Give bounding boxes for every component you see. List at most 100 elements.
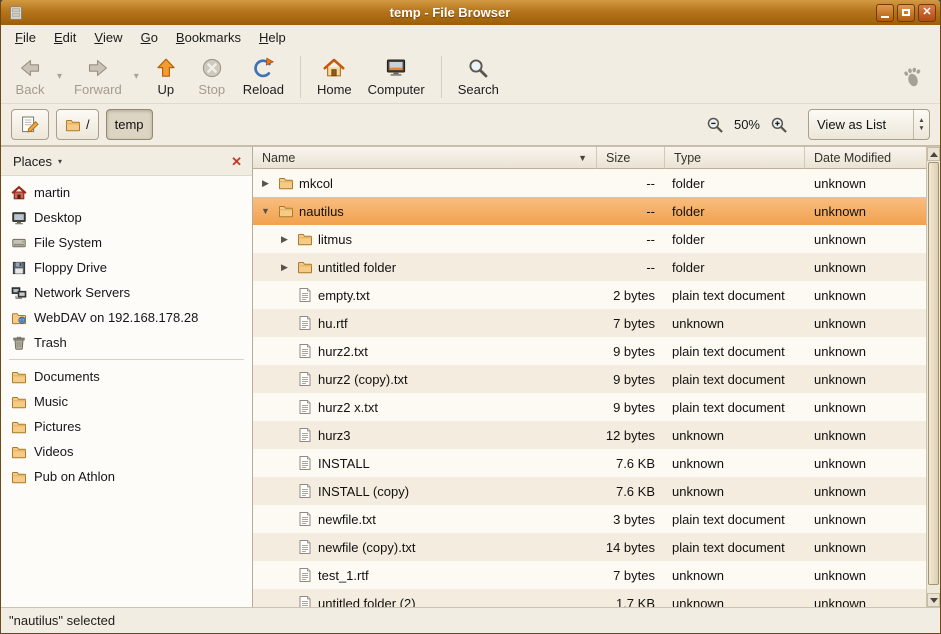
file-row[interactable]: hurz2.txt9 bytesplain text documentunkno… (253, 337, 926, 365)
file-row[interactable]: hu.rtf7 bytesunknownunknown (253, 309, 926, 337)
file-row[interactable]: INSTALL7.6 KBunknownunknown (253, 449, 926, 477)
path-root-button[interactable]: / (56, 109, 99, 140)
toolbar-button-back[interactable]: Back (7, 53, 53, 100)
back-history-dropdown[interactable]: ▾ (53, 71, 66, 82)
titlebar[interactable]: temp - File Browser ✕ (1, 0, 940, 25)
file-row[interactable]: test_1.rtf7 bytesunknownunknown (253, 561, 926, 589)
scrollbar-thumb[interactable] (928, 162, 939, 585)
file-row[interactable]: ▶litmus--folderunknown (253, 225, 926, 253)
column-header-name[interactable]: Name ▼ (253, 147, 597, 169)
file-name: INSTALL (copy) (318, 484, 409, 499)
combo-stepper-icon: ▲▼ (913, 110, 929, 139)
file-type: plain text document (665, 281, 805, 309)
path-current-label: temp (115, 117, 144, 132)
toolbar-button-up[interactable]: Up (143, 53, 189, 100)
maximize-button[interactable] (897, 4, 915, 22)
file-size: 9 bytes (597, 365, 665, 393)
forward-history-dropdown[interactable]: ▾ (130, 71, 143, 82)
menu-go[interactable]: Go (132, 25, 167, 50)
sidebar-item-desktop[interactable]: Desktop (1, 205, 252, 230)
column-header-date-modified[interactable]: Date Modified (805, 147, 926, 169)
toolbar-button-label: Search (458, 82, 499, 97)
file-row[interactable]: hurz312 bytesunknownunknown (253, 421, 926, 449)
collapse-arrow-icon[interactable]: ▼ (258, 206, 273, 216)
text-file-icon (297, 287, 313, 303)
menu-bookmarks[interactable]: Bookmarks (167, 25, 250, 50)
sidebar-item-pub-on-athlon[interactable]: Pub on Athlon (1, 464, 252, 489)
toolbar-button-forward[interactable]: Forward (66, 53, 130, 100)
vertical-scrollbar[interactable] (926, 147, 940, 607)
menu-view[interactable]: View (85, 25, 131, 50)
file-type: folder (665, 169, 805, 197)
sidebar-item-documents[interactable]: Documents (1, 364, 252, 389)
file-row[interactable]: newfile.txt3 bytesplain text documentunk… (253, 505, 926, 533)
sidebar-item-label: martin (34, 185, 70, 200)
menu-edit[interactable]: Edit (45, 25, 85, 50)
close-icon: ✕ (922, 7, 931, 18)
file-row[interactable]: empty.txt2 bytesplain text documentunkno… (253, 281, 926, 309)
file-type: unknown (665, 561, 805, 589)
file-size: 2 bytes (597, 281, 665, 309)
sidebar-item-network-servers[interactable]: Network Servers (1, 280, 252, 305)
toolbar-button-computer[interactable]: Computer (360, 53, 433, 100)
zoom-in-button[interactable] (768, 114, 790, 136)
sidebar-item-floppy-drive[interactable]: Floppy Drive (1, 255, 252, 280)
scroll-down-button[interactable] (927, 593, 940, 607)
expand-arrow-icon[interactable]: ▶ (277, 234, 292, 245)
trash-icon (11, 335, 27, 351)
close-button[interactable]: ✕ (918, 4, 936, 22)
column-label: Date Modified (814, 151, 891, 165)
file-row[interactable]: newfile (copy).txt14 bytesplain text doc… (253, 533, 926, 561)
file-modified: unknown (805, 477, 926, 505)
toolbar-separator (441, 56, 442, 98)
sidebar-item-label: Documents (34, 369, 100, 384)
toolbar: Back▾Forward▾UpStopReloadHomeComputerSea… (1, 50, 940, 104)
file-name: hurz3 (318, 428, 351, 443)
zoom-out-button[interactable] (704, 114, 726, 136)
path-current-button[interactable]: temp (106, 109, 153, 140)
toolbar-button-label: Back (16, 82, 45, 97)
sidebar-item-file-system[interactable]: File System (1, 230, 252, 255)
file-modified: unknown (805, 421, 926, 449)
sidebar-item-trash[interactable]: Trash (1, 330, 252, 355)
window-title: temp - File Browser (30, 5, 870, 20)
file-row[interactable]: hurz2 x.txt9 bytesplain text documentunk… (253, 393, 926, 421)
view-as-combo[interactable]: View as List ▲▼ (808, 109, 930, 140)
menu-help[interactable]: Help (250, 25, 295, 50)
places-selector-button[interactable]: Places ▾ (7, 152, 68, 171)
sidebar-item-music[interactable]: Music (1, 389, 252, 414)
toolbar-button-reload[interactable]: Reload (235, 53, 292, 100)
minimize-button[interactable] (876, 4, 894, 22)
file-row[interactable]: untitled folder (2)1.7 KBunknownunknown (253, 589, 926, 607)
edit-location-button[interactable] (11, 109, 49, 140)
file-row[interactable]: ▶untitled folder--folderunknown (253, 253, 926, 281)
expand-arrow-icon[interactable]: ▶ (277, 262, 292, 273)
column-header-type[interactable]: Type (665, 147, 805, 169)
file-row[interactable]: ▼nautilus--folderunknown (253, 197, 926, 225)
file-size: 9 bytes (597, 337, 665, 365)
menu-file[interactable]: File (6, 25, 45, 50)
column-header-size[interactable]: Size (597, 147, 665, 169)
window-icon (8, 5, 24, 21)
file-row[interactable]: INSTALL (copy)7.6 KBunknownunknown (253, 477, 926, 505)
scroll-up-button[interactable] (927, 147, 940, 161)
toolbar-button-stop[interactable]: Stop (189, 53, 235, 100)
toolbar-button-home[interactable]: Home (309, 53, 360, 100)
sidebar-close-button[interactable]: ✕ (228, 153, 245, 170)
places-sidebar: Places ▾ ✕ martin DesktopFile SystemFlopp… (1, 147, 253, 607)
folder-icon (11, 469, 27, 485)
toolbar-button-label: Forward (74, 82, 122, 97)
sidebar-item-martin[interactable]: martin (1, 180, 252, 205)
file-row[interactable]: ▶mkcol--folderunknown (253, 169, 926, 197)
file-row[interactable]: hurz2 (copy).txt9 bytesplain text docume… (253, 365, 926, 393)
file-name: nautilus (299, 204, 344, 219)
sidebar-item-pictures[interactable]: Pictures (1, 414, 252, 439)
sidebar-item-videos[interactable]: Videos (1, 439, 252, 464)
stop-icon (200, 56, 224, 80)
status-text: "nautilus" selected (9, 613, 115, 628)
toolbar-button-search[interactable]: Search (450, 53, 507, 100)
expand-arrow-icon[interactable]: ▶ (258, 178, 273, 189)
file-name: test_1.rtf (318, 568, 369, 583)
sidebar-item-webdav-on-192-168-178-28[interactable]: WebDAV on 192.168.178.28 (1, 305, 252, 330)
text-file-icon (297, 399, 313, 415)
